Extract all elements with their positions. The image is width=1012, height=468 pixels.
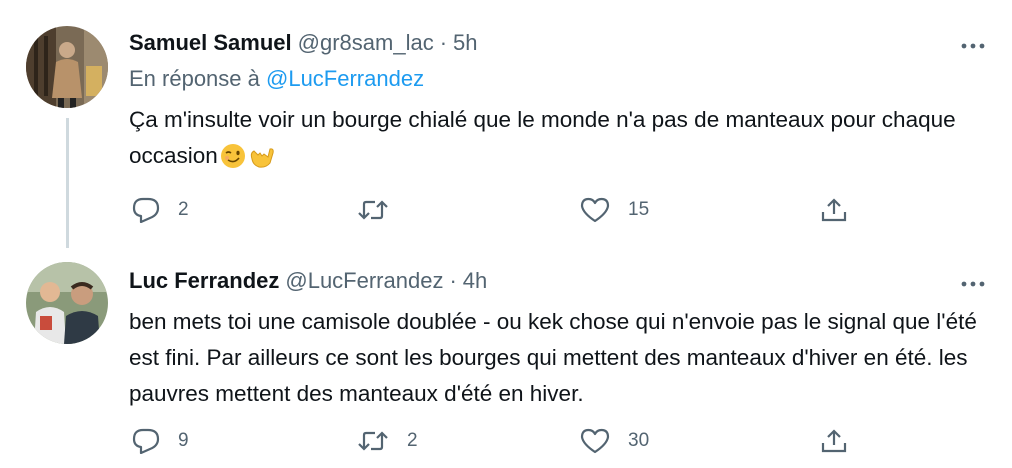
thread-line — [66, 118, 69, 248]
tweet-actions: 2 15 — [0, 193, 1012, 227]
tweet-luc[interactable]: Luc Ferrandez @LucFerrandez · 4h ben met… — [0, 240, 1012, 468]
avatar-samuel[interactable] — [26, 26, 108, 108]
retweet-button[interactable] — [357, 193, 407, 227]
tweet-actions: 9 2 30 — [0, 424, 1012, 458]
reply-count: 2 — [178, 199, 189, 220]
share-button[interactable] — [820, 193, 848, 227]
tweet-header: Luc Ferrandez @LucFerrandez · 4h — [129, 266, 487, 296]
user-handle[interactable]: @LucFerrandez — [285, 268, 443, 294]
retweet-icon — [357, 429, 389, 453]
more-icon[interactable] — [958, 274, 988, 294]
reply-icon — [132, 428, 160, 454]
reply-icon — [132, 197, 160, 223]
avatar-luc[interactable] — [26, 262, 108, 344]
retweet-count: 2 — [407, 430, 418, 451]
tweet-text: Ça m'insulte voir un bourge chialé que l… — [129, 102, 999, 180]
more-icon[interactable] — [958, 36, 988, 56]
retweet-button[interactable]: 2 — [357, 424, 418, 458]
share-icon — [820, 197, 848, 223]
like-button[interactable]: 30 — [580, 424, 649, 458]
share-button[interactable] — [820, 424, 848, 458]
separator-dot: · — [439, 30, 448, 55]
winking-face-icon — [220, 143, 246, 180]
replying-to: En réponse à @LucFerrandez — [129, 66, 424, 92]
like-button[interactable]: 15 — [580, 193, 649, 227]
like-icon — [580, 428, 610, 454]
reply-mention-link[interactable]: @LucFerrandez — [266, 66, 424, 91]
timestamp[interactable]: 4h — [463, 268, 487, 294]
replying-prefix: En réponse à — [129, 66, 260, 91]
display-name[interactable]: Luc Ferrandez — [129, 268, 279, 294]
user-handle[interactable]: @gr8sam_lac — [298, 30, 434, 56]
separator-dot: · — [449, 268, 457, 293]
reply-button[interactable]: 2 — [132, 193, 189, 227]
reply-count: 9 — [178, 430, 189, 451]
tweet-header: Samuel Samuel @gr8sam_lac · 5h — [129, 28, 478, 58]
share-icon — [820, 428, 848, 454]
retweet-icon — [357, 198, 389, 222]
like-count: 15 — [628, 199, 650, 220]
tweet-samuel[interactable]: Samuel Samuel @gr8sam_lac · 5h En répons… — [0, 0, 1012, 248]
tweet-text: ben mets toi une camisole doublée - ou k… — [129, 309, 977, 406]
like-icon — [580, 197, 610, 223]
reply-button[interactable]: 9 — [132, 424, 189, 458]
timestamp[interactable]: 5h — [453, 30, 477, 56]
like-count: 30 — [628, 430, 650, 451]
call-me-hand-icon — [248, 143, 276, 180]
display-name[interactable]: Samuel Samuel — [129, 30, 292, 56]
